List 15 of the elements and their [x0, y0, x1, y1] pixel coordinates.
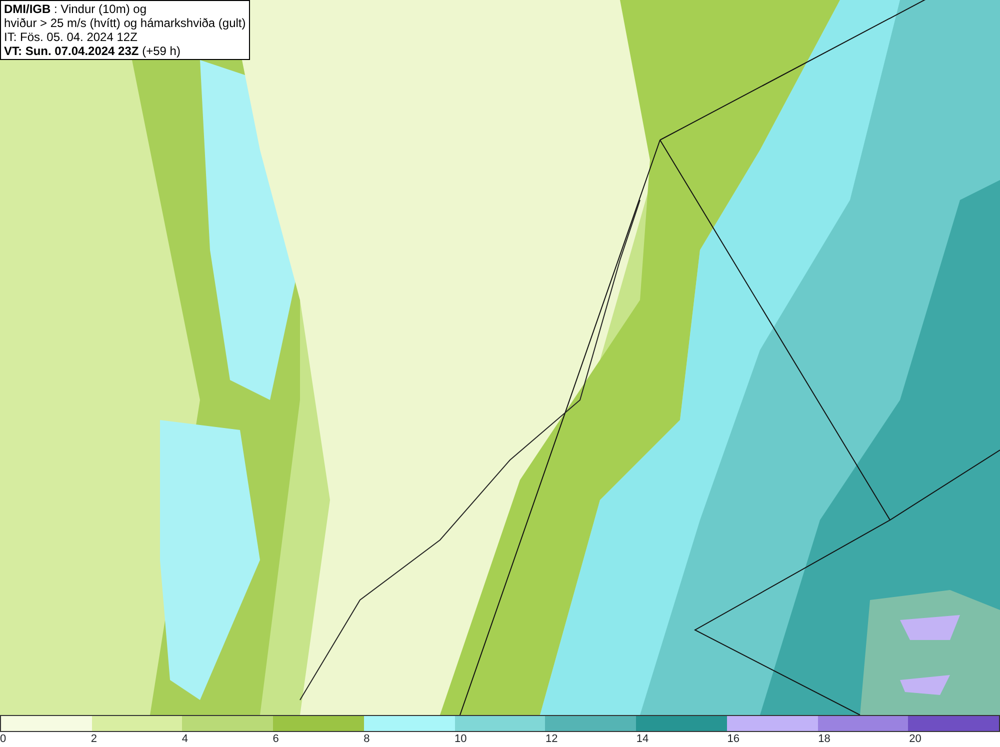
scale-label: 12 — [545, 733, 558, 745]
scale-label: 16 — [727, 733, 740, 745]
scale-label: 4 — [182, 733, 188, 745]
title-line: IT: Fös. 05. 04. 2024 12Z — [4, 30, 138, 44]
title-line: DMI/IGB : Vindur (10m) og — [4, 2, 148, 16]
scale-label: 10 — [454, 733, 467, 745]
scale-label: 0 — [0, 733, 6, 745]
scale-label: 14 — [636, 733, 649, 745]
scale-label: 2 — [90, 733, 98, 745]
title-line: hviður > 25 m/s (hvítt) og hámarkshviða (gult) — [4, 16, 246, 30]
scale-label: 20 — [909, 733, 922, 745]
scale-label: 8 — [364, 733, 370, 745]
title-line: VT: Sun. 07.04.2024 23Z (+59 h) — [4, 44, 182, 58]
scale-label: 6 — [272, 733, 279, 745]
scale-label: 18 — [818, 733, 830, 745]
